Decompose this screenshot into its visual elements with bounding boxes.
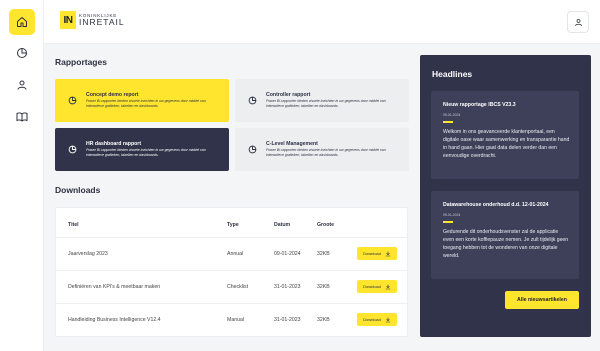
table-cell-titel: Definiëren van KPI's & meetbaar maken [68,284,161,290]
table-cell-datum: 09-01-2024 [274,251,301,257]
user-account-button[interactable] [567,11,589,33]
table-cell-titel: Jaarverslag 2023 [68,251,108,257]
column-header-datum: Datum [274,222,291,228]
news-item[interactable]: Datawarehouse onderhoud d.d. 12-01-2024 … [431,191,579,279]
table-cell-type: Manual [227,317,245,323]
column-header-type: Type [227,222,239,228]
column-header-titel: Titel [68,222,79,228]
news-title: Nieuw rapportage IBCS V23.3 [443,102,516,108]
section-title-rapportages: Rapportages [55,57,107,67]
download-button-label: Download [363,284,381,289]
sidebar-item-profile[interactable] [9,72,35,98]
download-button[interactable]: Download [357,247,397,260]
news-item[interactable]: Nieuw rapportage IBCS V23.3 09-01-2024 W… [431,91,579,179]
report-card-hr-dashboard[interactable]: HR dashboard rapport Power BI-rapporten … [55,128,229,171]
sidebar-item-home[interactable] [9,9,35,35]
download-button-label: Download [363,251,381,256]
top-header: IN KONINKLIJKE INRETAIL [44,0,600,44]
report-card-description: Power BI-rapporten bieden visuele inzich… [266,148,386,158]
news-accent-bar [443,121,453,123]
table-cell-grootte: 32KB [317,284,330,290]
headlines-panel: Headlines Nieuw rapportage IBCS V23.3 09… [420,55,591,337]
section-title-downloads: Downloads [55,185,101,195]
downloads-table: Titel Type Datum Groote Jaarverslag 2023… [55,207,408,337]
logo-mark: IN [60,11,76,29]
news-accent-bar [443,221,453,223]
report-card-c-level[interactable]: C-Level Management Power BI-rapporten bi… [235,128,409,171]
news-title: Datawarehouse onderhoud d.d. 12-01-2024 [443,202,549,208]
download-icon [385,283,391,289]
table-cell-grootte: 32KB [317,317,330,323]
logo-text: KONINKLIJKE INRETAIL [79,13,125,27]
table-cell-type: Annual [227,251,244,257]
report-card-description: Power BI-rapporten bieden visuele inzich… [86,148,206,158]
report-card-concept-demo[interactable]: Concept demo report Power BI-rapporten b… [55,79,229,122]
chart-pie-icon [17,48,27,58]
report-card-title: HR dashboard rapport [86,141,142,147]
report-card-title: Concept demo report [86,92,139,98]
user-icon [574,18,582,26]
table-cell-datum: 31-01-2023 [274,284,301,290]
report-card-title: C-Level Management [266,141,318,147]
all-news-button[interactable]: Alle nieuwsartikelen [505,291,579,309]
brand-logo[interactable]: IN KONINKLIJKE INRETAIL [60,11,125,29]
download-button[interactable]: Download [357,313,397,326]
book-icon [16,112,28,122]
report-card-title: Controller rapport [266,92,311,98]
report-card-description: Power BI-rapporten bieden visuele inzich… [86,99,206,109]
download-button-label: Download [363,317,381,322]
sidebar-item-reports[interactable] [9,40,35,66]
sidebar-rail [0,0,44,351]
chart-pie-icon [68,145,77,154]
table-cell-type: Checklist [227,284,249,290]
table-cell-grootte: 32KB [317,251,330,257]
chart-pie-icon [248,96,257,105]
logo-line-2: INRETAIL [79,17,125,27]
row-divider [56,237,407,238]
news-date: 09-01-2024 [443,113,461,117]
home-icon [17,17,27,27]
user-icon [17,80,27,90]
report-card-controller[interactable]: Controller rapport Power BI-rapporten bi… [235,79,409,122]
news-body: Gedurende dit onderhoudsvenster zal de a… [443,229,569,260]
column-header-groote: Groote [317,222,335,228]
download-icon [385,250,391,256]
report-card-description: Power BI-rapporten bieden visuele inzich… [266,99,386,109]
download-button[interactable]: Download [357,280,397,293]
headlines-title: Headlines [432,69,473,79]
download-icon [385,316,391,322]
table-cell-titel: Handleiding Business Intelligence V12.4 [68,317,161,323]
chart-pie-icon [68,96,77,105]
sidebar-item-docs[interactable] [9,104,35,130]
table-cell-datum: 31-01-2023 [274,317,301,323]
chart-pie-icon [248,145,257,154]
news-body: Welkom in ons geavanceerde klantenportaa… [443,129,570,160]
app-root: IN KONINKLIJKE INRETAIL Rapportages Conc… [0,0,600,351]
row-divider [56,270,407,271]
news-date: 09-01-2024 [443,213,461,217]
row-divider [56,303,407,304]
